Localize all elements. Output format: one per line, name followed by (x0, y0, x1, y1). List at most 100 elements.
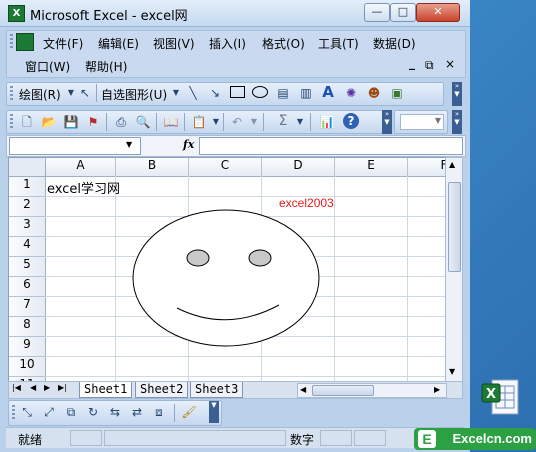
toolbar-options-icon[interactable]: » ▼ (382, 110, 392, 134)
group-icon[interactable]: ⧉ (63, 404, 79, 420)
elbow-connector-icon[interactable]: ⤢ (41, 404, 57, 420)
line-icon[interactable]: ╲ (185, 85, 201, 101)
menu-view[interactable]: 视图(V) (153, 35, 195, 52)
prev-sheet-icon[interactable]: ◀ (30, 383, 36, 392)
close-button[interactable]: ✕ (416, 3, 460, 22)
formula-bar: ▼ fx (6, 135, 466, 157)
picture-icon[interactable]: ▣ (389, 85, 405, 101)
clipart-icon[interactable]: ☻ (366, 85, 382, 101)
doc-close-button[interactable]: × (445, 57, 455, 71)
paste-icon[interactable]: 📋 (191, 114, 207, 130)
print-preview-icon[interactable]: 🔍 (135, 114, 151, 130)
vertical-scroll-thumb[interactable] (448, 182, 461, 272)
title-bar[interactable]: X Microsoft Excel - excel网 — □ ✕ (0, 0, 470, 27)
menu-format[interactable]: 格式(O) (262, 35, 305, 52)
sheet-tab-1[interactable]: Sheet1 (79, 382, 133, 398)
horizontal-scroll-thumb[interactable] (312, 385, 374, 396)
undo-icon[interactable]: ↶ (229, 114, 245, 130)
formula-input[interactable] (199, 137, 463, 155)
research-icon[interactable]: 📖 (163, 114, 179, 130)
select-arrow-icon[interactable]: ↖ (77, 85, 93, 101)
name-box[interactable] (9, 137, 141, 155)
arrow-icon[interactable]: ↘ (207, 85, 223, 101)
print-icon[interactable]: ⎙ (113, 114, 129, 130)
oval-icon[interactable] (252, 86, 268, 102)
chart-wizard-icon[interactable]: 📊 (319, 114, 335, 130)
wordart-icon[interactable]: A (320, 84, 336, 100)
horizontal-scrollbar[interactable]: ◀ ▶ (297, 383, 447, 398)
rotate-icon[interactable]: ↻ (85, 404, 101, 420)
maximize-button[interactable]: □ (390, 3, 416, 22)
minimize-button[interactable]: — (364, 3, 390, 22)
diagram-icon[interactable]: ✺ (343, 85, 359, 101)
grip-icon[interactable] (10, 34, 13, 50)
rectangle-icon[interactable] (229, 86, 245, 102)
new-icon[interactable]: 🗋 (19, 114, 35, 130)
watermark-text: Excelcn.com (452, 431, 533, 446)
last-sheet-icon[interactable]: ▶| (58, 383, 67, 392)
save-icon[interactable]: 💾 (63, 114, 79, 130)
first-sheet-icon[interactable]: |◀ (12, 383, 21, 392)
menu-file[interactable]: 文件(F) (43, 35, 83, 52)
doc-minimize-button[interactable]: _ (409, 56, 415, 70)
sheet-tab-bar: |◀ ◀ ▶ ▶| Sheet1 Sheet2 Sheet3 ◀ ▶ (8, 381, 463, 399)
format-painter-icon[interactable]: 🖌 (181, 404, 197, 420)
permission-icon[interactable]: ⚑ (85, 114, 101, 130)
worksheet-grid[interactable]: A B C D E F 1 2 3 4 5 6 7 8 9 10 11 exce… (8, 157, 446, 383)
separator (263, 113, 264, 131)
status-panel (104, 430, 286, 446)
chevron-down-icon[interactable]: ▼ (168, 85, 184, 101)
order-icon[interactable]: ⧈ (151, 404, 167, 420)
distribute-icon[interactable]: ⇄ (129, 404, 145, 420)
scroll-down-icon[interactable]: ▼ (449, 367, 455, 376)
scroll-right-icon[interactable]: ▶ (434, 385, 440, 394)
toolbar-options-icon[interactable]: ▼ (209, 401, 219, 423)
workbook-icon[interactable] (16, 33, 34, 51)
insert-function-icon[interactable]: fx (183, 138, 194, 151)
separator (184, 113, 185, 131)
menu-tools[interactable]: 工具(T) (318, 35, 359, 52)
textbox-icon[interactable]: ▤ (275, 85, 291, 101)
chevron-down-icon[interactable]: ▼ (292, 114, 308, 130)
menu-insert[interactable]: 插入(I) (209, 35, 246, 52)
font-toolbar: ▼ (394, 110, 448, 134)
open-icon[interactable]: 📂 (41, 114, 57, 130)
menu-help[interactable]: 帮助(H) (85, 58, 127, 75)
grip-icon[interactable] (10, 86, 13, 100)
sheet-tab-3[interactable]: Sheet3 (190, 382, 244, 398)
next-sheet-icon[interactable]: ▶ (44, 383, 50, 392)
excel-file-icon[interactable]: X (478, 376, 522, 426)
chevron-down-icon[interactable]: ▼ (126, 140, 132, 149)
chevron-down-icon[interactable]: ▼ (435, 116, 441, 125)
toolbar-options-icon[interactable]: » ▼ (452, 82, 462, 106)
svg-text:X: X (486, 387, 496, 402)
chevron-down-icon[interactable]: ▼ (246, 114, 262, 130)
left-eye-oval[interactable] (186, 249, 210, 267)
smiley-face-drawing[interactable] (9, 158, 445, 382)
font-size-select[interactable]: ▼ (400, 114, 444, 130)
scroll-up-icon[interactable]: ▲ (449, 160, 455, 169)
autosum-icon[interactable]: Σ (275, 113, 291, 129)
separator (156, 113, 157, 131)
menu-edit[interactable]: 编辑(E) (98, 35, 139, 52)
vertical-textbox-icon[interactable]: ▥ (298, 85, 314, 101)
sheet-tab-2[interactable]: Sheet2 (135, 382, 189, 398)
scroll-left-icon[interactable]: ◀ (300, 385, 306, 394)
menu-data[interactable]: 数据(D) (373, 35, 416, 52)
toolbar-options-icon[interactable]: » ▼ (452, 110, 462, 134)
grip-icon[interactable] (10, 114, 13, 128)
menu-window[interactable]: 窗口(W) (25, 58, 70, 75)
right-eye-oval[interactable] (248, 249, 272, 267)
vertical-scrollbar[interactable]: ▲ ▼ (445, 157, 463, 383)
align-icon[interactable]: ⇆ (107, 404, 123, 420)
grip-icon[interactable] (12, 405, 15, 419)
draw-menu-button[interactable]: 绘图(R) (19, 86, 61, 103)
status-panel (354, 430, 386, 446)
separator (96, 84, 97, 102)
help-icon[interactable]: ? (343, 113, 359, 129)
autoshapes-menu-button[interactable]: 自选图形(U) (101, 86, 167, 103)
doc-restore-button[interactable]: ⧉ (425, 58, 434, 73)
face-oval[interactable] (132, 209, 320, 347)
connector-icon[interactable]: ⤡ (19, 404, 35, 420)
chevron-down-icon[interactable]: ▼ (208, 114, 224, 130)
